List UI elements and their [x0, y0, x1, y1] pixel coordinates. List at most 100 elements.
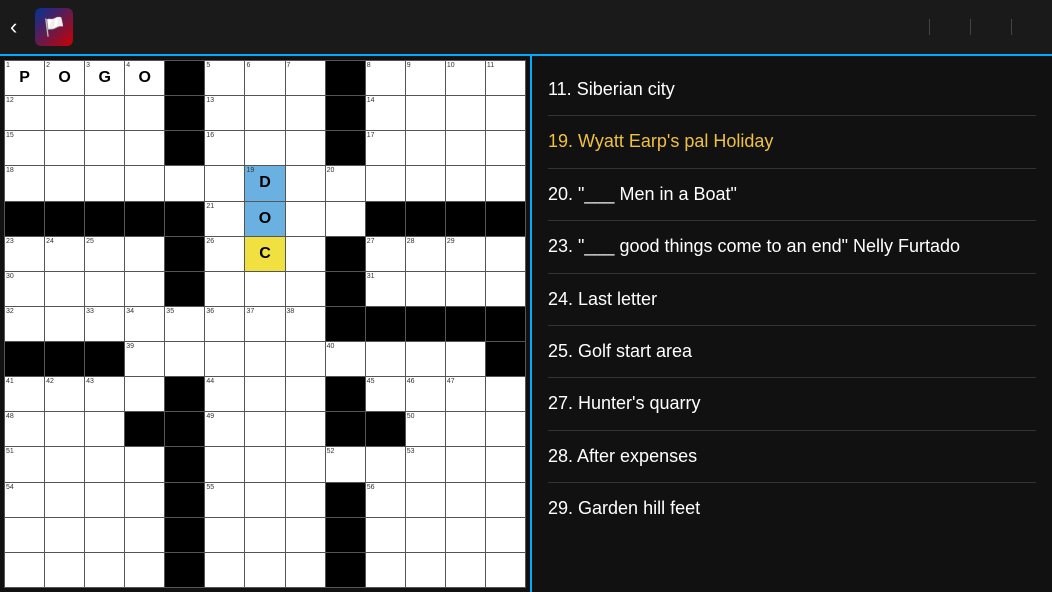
grid-cell[interactable]: 38: [286, 307, 325, 341]
grid-cell[interactable]: [326, 377, 365, 411]
grid-cell[interactable]: [45, 96, 84, 130]
grid-cell[interactable]: [326, 202, 365, 236]
grid-cell[interactable]: [205, 447, 244, 481]
grid-cell[interactable]: [45, 202, 84, 236]
grid-cell[interactable]: [406, 272, 445, 306]
grid-cell[interactable]: [446, 342, 485, 376]
grid-cell[interactable]: [326, 483, 365, 517]
grid-cell[interactable]: [486, 166, 525, 200]
grid-cell[interactable]: [486, 272, 525, 306]
grid-cell[interactable]: [45, 447, 84, 481]
grid-cell[interactable]: [286, 272, 325, 306]
grid-cell[interactable]: 43: [85, 377, 124, 411]
grid-cell[interactable]: [85, 96, 124, 130]
grid-cell[interactable]: [125, 412, 164, 446]
grid-cell[interactable]: [406, 202, 445, 236]
grid-cell[interactable]: [446, 553, 485, 587]
grid-cell[interactable]: [406, 307, 445, 341]
grid-cell[interactable]: 52: [326, 447, 365, 481]
grid-cell[interactable]: 28: [406, 237, 445, 271]
grid-cell[interactable]: 31: [366, 272, 405, 306]
grid-cell[interactable]: [486, 342, 525, 376]
grid-cell[interactable]: [45, 553, 84, 587]
grid-cell[interactable]: [245, 553, 284, 587]
grid-cell[interactable]: [486, 447, 525, 481]
grid-cell[interactable]: [326, 518, 365, 552]
grid-cell[interactable]: [406, 483, 445, 517]
grid-cell[interactable]: [286, 483, 325, 517]
grid-cell[interactable]: [406, 131, 445, 165]
grid-cell[interactable]: [286, 202, 325, 236]
grid-cell[interactable]: [85, 447, 124, 481]
grid-cell[interactable]: 37: [245, 307, 284, 341]
grid-cell[interactable]: [165, 483, 204, 517]
grid-cell[interactable]: 13: [205, 96, 244, 130]
grid-cell[interactable]: [486, 412, 525, 446]
grid-cell[interactable]: [366, 447, 405, 481]
grid-cell[interactable]: [245, 377, 284, 411]
grid-cell[interactable]: [326, 412, 365, 446]
grid-cell[interactable]: 55: [205, 483, 244, 517]
grid-cell[interactable]: 11: [486, 61, 525, 95]
grid-cell[interactable]: [45, 131, 84, 165]
grid-cell[interactable]: [85, 342, 124, 376]
clue-list[interactable]: 11. Siberian city19. Wyatt Earp's pal Ho…: [530, 56, 1052, 592]
grid-cell[interactable]: 4O: [125, 61, 164, 95]
grid-cell[interactable]: [165, 96, 204, 130]
grid-cell[interactable]: [5, 553, 44, 587]
grid-cell[interactable]: [245, 342, 284, 376]
grid-cell[interactable]: [326, 307, 365, 341]
grid-cell[interactable]: 9: [406, 61, 445, 95]
grid-cell[interactable]: [85, 553, 124, 587]
grid-cell[interactable]: 41: [5, 377, 44, 411]
grid-cell[interactable]: [165, 131, 204, 165]
grid-cell[interactable]: 14: [366, 96, 405, 130]
grid-cell[interactable]: [446, 447, 485, 481]
grid-cell[interactable]: [165, 202, 204, 236]
grid-cell[interactable]: [245, 483, 284, 517]
grid-cell[interactable]: [446, 166, 485, 200]
grid-cell[interactable]: 30: [5, 272, 44, 306]
grid-cell[interactable]: [366, 202, 405, 236]
grid-cell[interactable]: [486, 131, 525, 165]
grid-cell[interactable]: 45: [366, 377, 405, 411]
grid-cell[interactable]: [125, 447, 164, 481]
clue-item[interactable]: 24. Last letter: [548, 274, 1036, 326]
grid-cell[interactable]: [85, 412, 124, 446]
grid-cell[interactable]: [245, 272, 284, 306]
grid-cell[interactable]: [366, 518, 405, 552]
grid-cell[interactable]: 53: [406, 447, 445, 481]
grid-cell[interactable]: [326, 553, 365, 587]
grid-cell[interactable]: [205, 553, 244, 587]
grid-cell[interactable]: 20: [326, 166, 365, 200]
grid-cell[interactable]: [85, 202, 124, 236]
grid-cell[interactable]: [205, 272, 244, 306]
grid-cell[interactable]: [366, 553, 405, 587]
grid-cell[interactable]: [486, 483, 525, 517]
grid-cell[interactable]: 16: [205, 131, 244, 165]
grid-cell[interactable]: [446, 412, 485, 446]
grid-cell[interactable]: 23: [5, 237, 44, 271]
grid-cell[interactable]: O: [245, 202, 284, 236]
grid-cell[interactable]: [45, 307, 84, 341]
grid-cell[interactable]: [85, 518, 124, 552]
grid-cell[interactable]: 27: [366, 237, 405, 271]
grid-cell[interactable]: [245, 131, 284, 165]
grid-cell[interactable]: [85, 166, 124, 200]
clue-item[interactable]: 28. After expenses: [548, 431, 1036, 483]
grid-cell[interactable]: C: [245, 237, 284, 271]
grid-cell[interactable]: [446, 518, 485, 552]
grid-cell[interactable]: [165, 412, 204, 446]
grid-cell[interactable]: 6: [245, 61, 284, 95]
grid-cell[interactable]: [165, 553, 204, 587]
grid-cell[interactable]: [446, 131, 485, 165]
grid-cell[interactable]: [486, 237, 525, 271]
grid-cell[interactable]: [45, 166, 84, 200]
grid-cell[interactable]: [366, 342, 405, 376]
grid-cell[interactable]: [286, 342, 325, 376]
grid-cell[interactable]: [45, 272, 84, 306]
grid-cell[interactable]: [85, 272, 124, 306]
grid-cell[interactable]: [205, 342, 244, 376]
crossword-grid[interactable]: 1P2O3G4O5678910111213141516171819D2021O2…: [4, 60, 526, 588]
grid-cell[interactable]: 49: [205, 412, 244, 446]
